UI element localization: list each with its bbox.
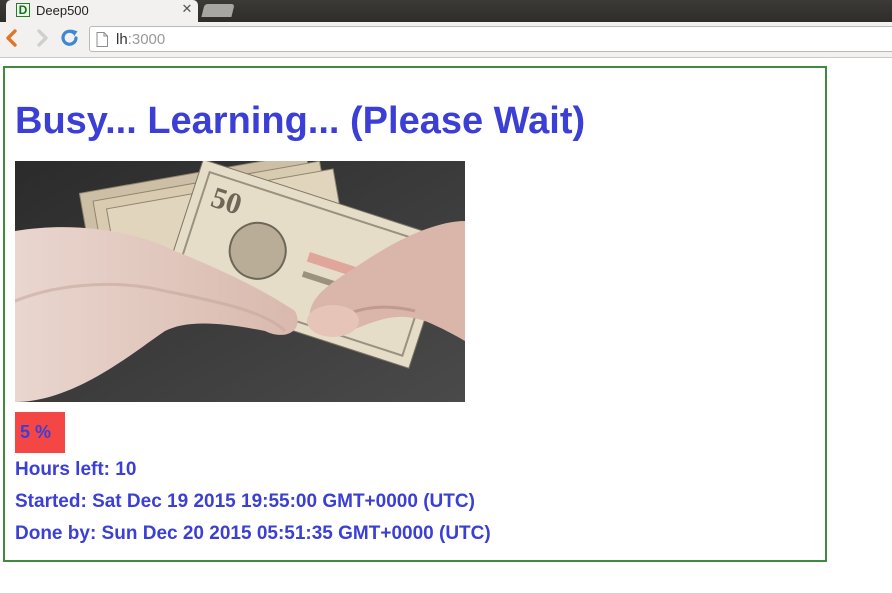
reload-icon[interactable] (59, 27, 79, 49)
progress-indicator: 5 % (15, 412, 65, 453)
url-port: :3000 (127, 31, 166, 48)
browser-tab[interactable]: D Deep500 ✕ (6, 0, 198, 22)
back-arrow-icon[interactable] (2, 27, 22, 49)
url-host: lh (116, 31, 128, 48)
page-title: Busy... Learning... (Please Wait) (15, 100, 586, 142)
status-panel: Busy... Learning... (Please Wait) 50 5 %… (3, 66, 827, 562)
address-bar[interactable]: lh:3000 (89, 26, 892, 52)
tab-strip: D Deep500 ✕ (0, 0, 892, 22)
forward-arrow-icon[interactable] (32, 27, 52, 49)
money-counting-image: 50 (15, 161, 465, 402)
site-favicon-icon: D (16, 3, 30, 17)
done-by-text: Done by: Sun Dec 20 2015 05:51:35 GMT+00… (15, 523, 491, 544)
new-tab-button[interactable] (201, 4, 235, 17)
tab-close-icon[interactable]: ✕ (180, 2, 194, 18)
page-icon (96, 32, 108, 52)
hours-left-text: Hours left: 10 (15, 459, 137, 480)
url-text: lh:3000 (116, 31, 165, 48)
browser-toolbar: lh:3000 (0, 22, 892, 58)
tab-title: Deep500 (36, 3, 89, 18)
started-text: Started: Sat Dec 19 2015 19:55:00 GMT+00… (15, 491, 475, 512)
